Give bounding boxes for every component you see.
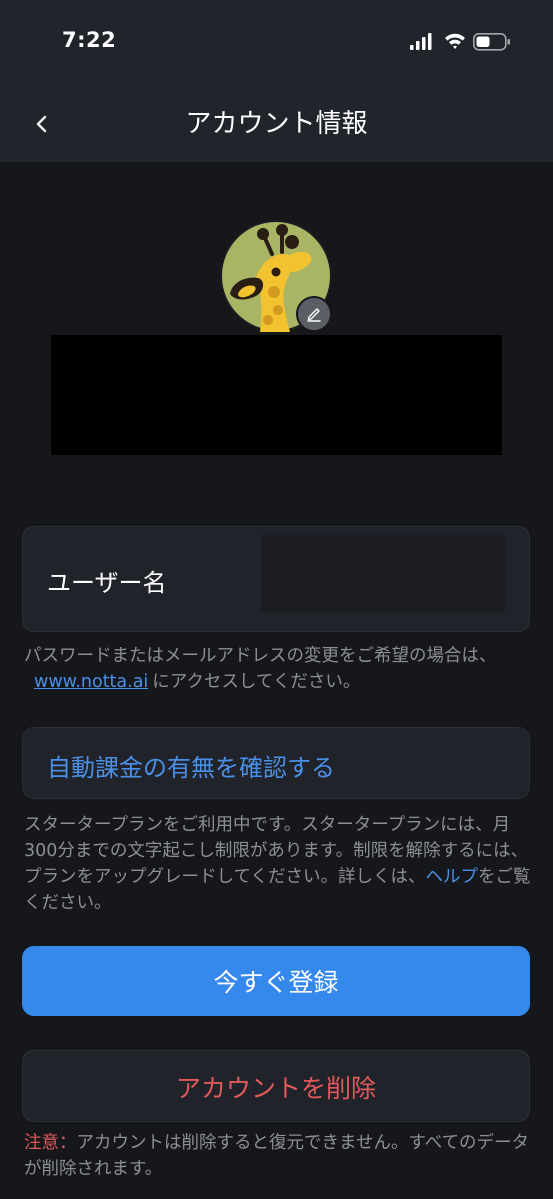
wifi-icon bbox=[445, 33, 465, 49]
battery-icon bbox=[473, 33, 510, 51]
delete-account-button[interactable]: アカウントを削除 bbox=[22, 1050, 530, 1122]
redacted-account-info bbox=[51, 335, 502, 455]
pencil-icon bbox=[307, 308, 321, 322]
username-row[interactable]: ユーザー名 bbox=[22, 526, 530, 632]
plan-note: スタータープランをご利用中です。スタータープランには、月300分までの文字起こし… bbox=[24, 812, 534, 916]
register-now-button[interactable]: 今すぐ登録 bbox=[22, 946, 530, 1016]
edit-avatar-button[interactable] bbox=[296, 296, 332, 332]
username-label: ユーザー名 bbox=[47, 569, 167, 597]
password-note-text: パスワードまたはメールアドレスの変更をご希望の場合は、 bbox=[24, 646, 497, 666]
notta-website-link[interactable]: www.notta.ai bbox=[34, 672, 148, 692]
delete-warning: 注意：アカウントは削除すると復元できません。すべてのデータが削除されます。 bbox=[24, 1130, 534, 1182]
signal-icon bbox=[410, 33, 432, 50]
delete-warning-prefix: 注意： bbox=[24, 1133, 77, 1153]
delete-account-label: アカウントを削除 bbox=[175, 1074, 376, 1103]
username-value-redacted bbox=[261, 535, 505, 613]
delete-warning-text: アカウントは削除すると復元できません。すべてのデータが削除されます。 bbox=[24, 1133, 530, 1179]
help-link[interactable]: ヘルプ bbox=[425, 867, 478, 887]
status-time: 7:22 bbox=[62, 28, 117, 52]
check-auto-billing-button[interactable]: 自動課金の有無を確認する bbox=[22, 727, 530, 799]
page-title: アカウント情報 bbox=[185, 109, 368, 139]
check-auto-billing-label: 自動課金の有無を確認する bbox=[47, 754, 335, 782]
password-change-note: パスワードまたはメールアドレスの変更をご希望の場合は、 www.notta.ai に… bbox=[24, 643, 534, 695]
status-icons bbox=[410, 33, 510, 51]
password-note-text-end: にアクセスしてください。 bbox=[152, 672, 361, 692]
profile-avatar[interactable] bbox=[220, 220, 332, 332]
